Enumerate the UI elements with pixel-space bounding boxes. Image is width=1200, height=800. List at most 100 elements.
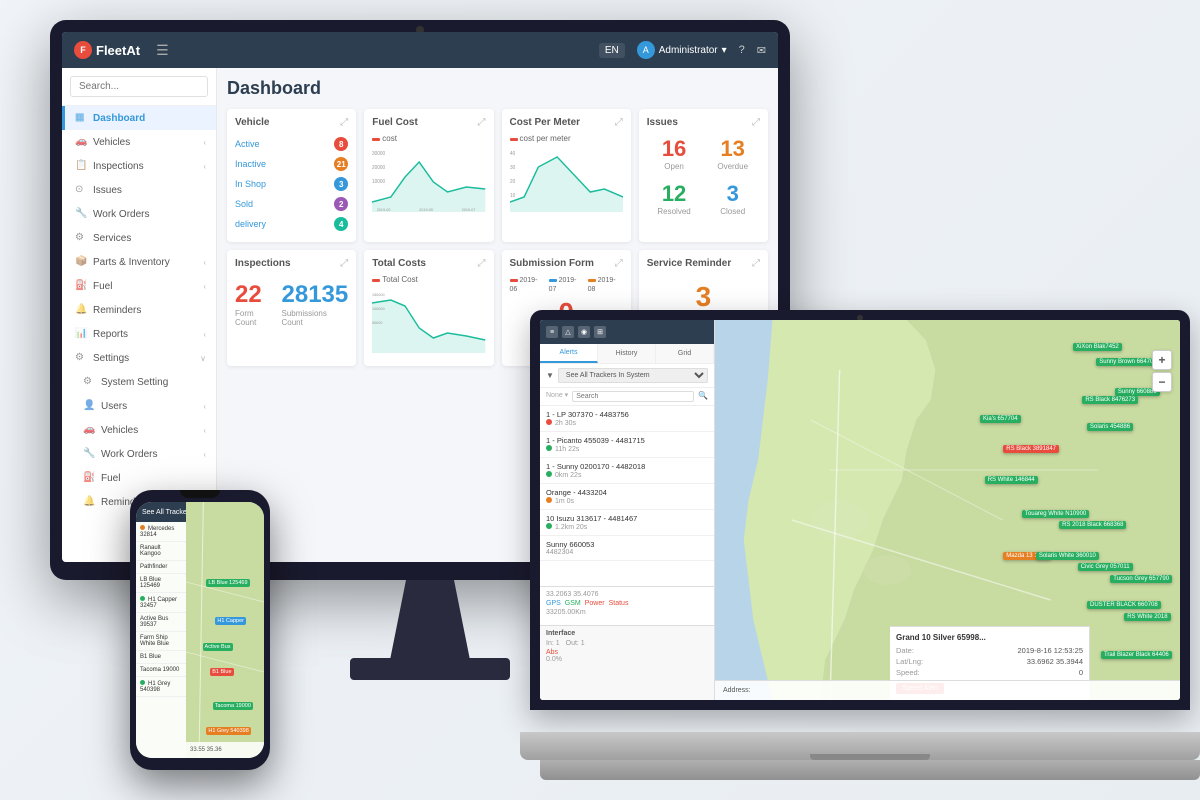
tracker-item-3[interactable]: 1 - Sunny 0200170 - 4482018 0km 22s — [540, 458, 714, 484]
phone-tracker-1[interactable]: Mercedes 32814 — [136, 522, 186, 542]
inspections-expand[interactable]: ⤢ — [340, 258, 348, 269]
zoom-out-button[interactable]: − — [1152, 372, 1172, 392]
phone-tracker-6[interactable]: Active Bus 39537 — [136, 613, 186, 632]
sidebar-item-dashboard[interactable]: ▦ Dashboard — [62, 106, 216, 130]
map-history-icon[interactable]: ◉ — [578, 326, 590, 338]
tracker-filter-select[interactable]: See All Trackers In System — [558, 368, 708, 383]
vehicle-status-delivery[interactable]: delivery 4 — [235, 214, 348, 234]
map-tab-grid[interactable]: Grid — [656, 344, 714, 363]
language-selector[interactable]: EN — [599, 43, 625, 58]
search-input[interactable] — [70, 76, 208, 97]
fuel-cost-expand[interactable]: ⤢ — [478, 117, 486, 128]
detail-speed-row: Speed: 0 — [896, 668, 1083, 677]
svg-text:2019-07: 2019-07 — [462, 207, 476, 212]
phone-tracker-3[interactable]: Pathfinder — [136, 561, 186, 574]
tracker-item-2[interactable]: 1 - Picanto 455039 - 4481715 11h 22s — [540, 432, 714, 458]
phone-tracker-2[interactable]: Ranault Kangoo — [136, 542, 186, 561]
sidebar-item-reports[interactable]: 📊 Reports ‹ — [62, 322, 216, 346]
map-marker-trail-blazer[interactable]: Trail Blazer Black 64406 — [1101, 651, 1172, 659]
tracker-item-1[interactable]: 1 - LP 307370 - 4483756 2h 30s — [540, 406, 714, 432]
vehicle-status-active[interactable]: Active 8 — [235, 134, 348, 154]
tracker-item-5[interactable]: 10 Isuzu 313617 - 4481467 1.2km 20s — [540, 510, 714, 536]
map-marker-sunny-brown[interactable]: Sunny Brown 664708 — [1096, 358, 1159, 366]
sidebar-label-services: Services — [93, 233, 131, 244]
map-marker-rs-black-38[interactable]: RS Black 3891847 — [1003, 445, 1059, 453]
help-icon[interactable]: ? — [739, 44, 745, 56]
map-marker-rs-black-84[interactable]: RS Black 8476273 — [1082, 396, 1138, 404]
sidebar-label-system: System Setting — [101, 377, 168, 388]
admin-menu[interactable]: A Administrator ▾ — [637, 41, 727, 59]
phone-tracker-5[interactable]: H1 Capper 32457 — [136, 593, 186, 613]
map-tab-alerts[interactable]: Alerts — [540, 344, 598, 363]
sidebar-item-services[interactable]: ⚙ Services — [62, 226, 216, 250]
svg-text:30: 30 — [510, 165, 516, 171]
vehicle-expand-icon[interactable]: ⤢ — [340, 117, 348, 128]
speed-coords: 33205.00Km — [546, 609, 708, 616]
map-marker-solaris[interactable]: Solaris White 360010 — [1036, 552, 1099, 560]
map-marker-rs-white-2018[interactable]: RS White 2018 — [1124, 613, 1170, 621]
issues-expand[interactable]: ⤢ — [752, 117, 760, 128]
form-count-label: Form Count — [235, 309, 270, 327]
laptop-wrapper: ≡ △ ◉ ⊞ Alerts History Grid ▼ See All Tr… — [530, 310, 1200, 790]
vehicle-status-inshop[interactable]: In Shop 3 — [235, 174, 348, 194]
sidebar-item-issues[interactable]: ⊙ Issues — [62, 178, 216, 202]
inshop-count: 3 — [334, 177, 348, 191]
submission-expand[interactable]: ⤢ — [615, 258, 623, 269]
total-costs-card: Total Costs ⤢ Total Cost 150000 — [364, 250, 493, 366]
map-marker-civic[interactable]: Civic Grey 057011 — [1078, 563, 1133, 571]
sidebar-item-vehicles2[interactable]: 🚗 Vehicles ‹ — [62, 418, 216, 442]
vehicle-status-inactive[interactable]: Inactive 21 — [235, 154, 348, 174]
parts-icon: 📦 — [75, 256, 87, 268]
phone-tracker-10[interactable]: H1 Grey 540398 — [136, 677, 186, 697]
sidebar-item-inspections[interactable]: 📋 Inspections ‹ — [62, 154, 216, 178]
map-marker-rs2018[interactable]: RS 2018 Black 668368 — [1059, 521, 1126, 529]
sidebar-item-fuel[interactable]: ⛽ Fuel ‹ — [62, 274, 216, 298]
tracker-item-6[interactable]: Sunny 660053 4482304 — [540, 536, 714, 561]
map-marker-xixon[interactable]: XiXon Blak7452 — [1073, 343, 1122, 351]
tracker-search-input[interactable] — [572, 391, 694, 402]
phone-tracker-9[interactable]: Tacoma 19000 — [136, 664, 186, 677]
vehicle-status-sold[interactable]: Sold 2 — [235, 194, 348, 214]
svg-text:40: 40 — [510, 151, 516, 157]
map-marker-rs-white[interactable]: RS White 146844 — [985, 476, 1038, 484]
sidebar-item-parts[interactable]: 📦 Parts & Inventory ‹ — [62, 250, 216, 274]
laptop-base-bottom — [540, 760, 1200, 780]
phone-tracker-7[interactable]: Farm Ship White Blue — [136, 632, 186, 651]
search-icon[interactable]: 🔍 — [698, 391, 708, 402]
interface-label: Interface — [546, 630, 708, 637]
map-menu-icon[interactable]: ≡ — [546, 326, 558, 338]
inspections-chevron: ‹ — [203, 162, 206, 171]
users-icon: 👤 — [83, 400, 95, 412]
map-grid-icon[interactable]: ⊞ — [594, 326, 606, 338]
map-alert-icon[interactable]: △ — [562, 326, 574, 338]
phone-tracker-4[interactable]: LB Blue 125469 — [136, 574, 186, 593]
phone-tracker-8[interactable]: B1 Blue — [136, 651, 186, 664]
zoom-in-button[interactable]: + — [1152, 350, 1172, 370]
tracker-detail-sidebar: 33.2063 35.4076 GPS GSM Power Status 332… — [540, 586, 714, 620]
service-reminder-expand[interactable]: ⤢ — [752, 258, 760, 269]
sidebar-item-workorders2[interactable]: 🔧 Work Orders ‹ — [62, 442, 216, 466]
sidebar-item-vehicles[interactable]: 🚗 Vehicles ‹ — [62, 130, 216, 154]
total-costs-expand[interactable]: ⤢ — [478, 258, 486, 269]
inspections-card-title: Inspections — [235, 258, 291, 269]
map-tab-history[interactable]: History — [598, 344, 656, 363]
sidebar-item-fuel2[interactable]: ⛽ Fuel — [62, 466, 216, 490]
sidebar-item-reminders[interactable]: 🔔 Reminders — [62, 298, 216, 322]
mail-icon[interactable]: ✉ — [757, 44, 766, 57]
map-marker-duster[interactable]: DUSTER BLACK 660708 — [1087, 601, 1161, 609]
map-marker-tucson[interactable]: Tucson Grey 657790 — [1110, 575, 1172, 583]
cpm-expand[interactable]: ⤢ — [615, 117, 623, 128]
tracker-item-4[interactable]: Orange - 4433204 1m 0s — [540, 484, 714, 510]
reports-icon: 📊 — [75, 328, 87, 340]
sidebar-item-workorders[interactable]: 🔧 Work Orders — [62, 202, 216, 226]
sidebar-item-system[interactable]: ⚙ System Setting — [62, 370, 216, 394]
sidebar-item-settings[interactable]: ⚙ Settings ∨ — [62, 346, 216, 370]
tracker-info-6: 4482304 — [546, 549, 708, 556]
hamburger-button[interactable]: ☰ — [156, 42, 169, 59]
map-marker-solaris454[interactable]: Solaris 454886 — [1087, 423, 1133, 431]
map-marker-touareg[interactable]: Touareg White N10900 — [1022, 510, 1089, 518]
status-icon: Status — [609, 600, 629, 607]
sidebar-item-users[interactable]: 👤 Users ‹ — [62, 394, 216, 418]
map-marker-kias[interactable]: Kia's 657704 — [980, 415, 1021, 423]
detail-date-row: Date: 2019-8-16 12:53:25 — [896, 646, 1083, 655]
